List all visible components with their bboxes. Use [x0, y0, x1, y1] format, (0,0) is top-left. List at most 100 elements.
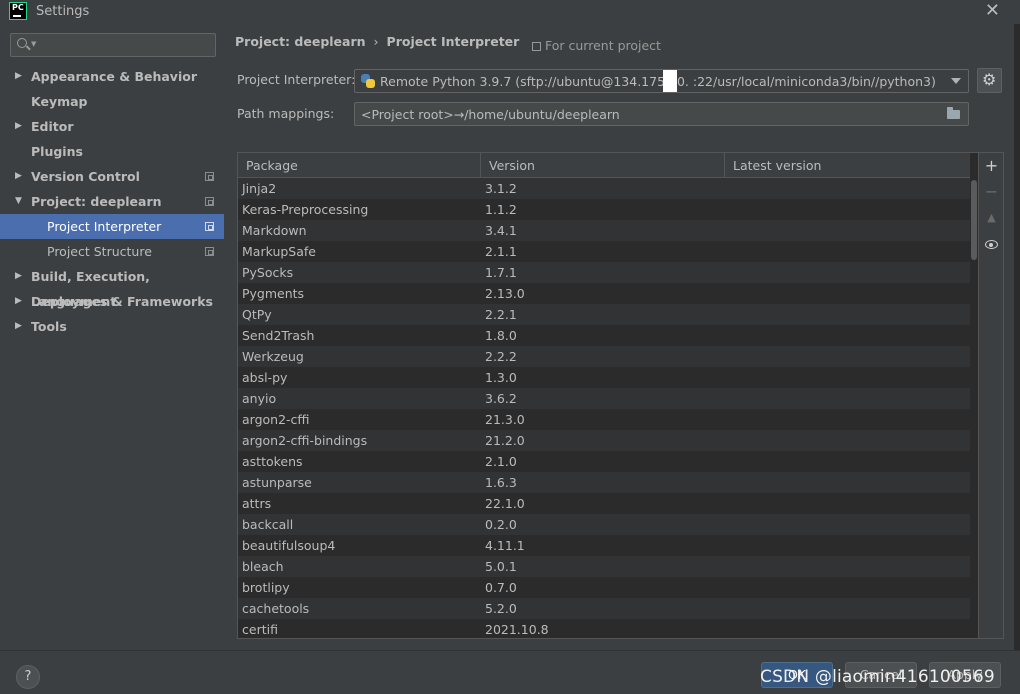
table-row[interactable]: certifi 2021.10.8 — [238, 619, 970, 638]
sidebar-item-keymap[interactable]: Keymap — [0, 89, 224, 114]
column-header-package[interactable]: Package — [238, 153, 481, 178]
chevron-right-icon[interactable]: ▶ — [15, 164, 22, 189]
chevron-right-icon[interactable]: ▶ — [15, 289, 22, 314]
sidebar-item-label: Plugins — [31, 144, 83, 159]
package-name-cell: asttokens — [242, 454, 303, 469]
package-name-cell: certifi — [242, 622, 278, 637]
path-mappings-field[interactable]: <Project root>→/home/ubuntu/deeplearn — [354, 102, 969, 126]
packages-toolbar: + − ▲ — [978, 153, 1003, 638]
table-row[interactable]: QtPy 2.2.1 — [238, 304, 970, 325]
sidebar-item-label: Project: deeplearn — [31, 194, 162, 209]
sidebar-item-tools[interactable]: ▶ Tools — [0, 314, 224, 339]
column-header-latest-version[interactable]: Latest version — [725, 153, 970, 178]
chevron-right-icon[interactable]: ▶ — [15, 314, 22, 339]
package-name-cell: argon2-cffi-bindings — [242, 433, 368, 448]
sidebar-item-appearance-behavior[interactable]: ▶ Appearance & Behavior — [0, 64, 224, 89]
scope-label: For current project — [545, 38, 661, 53]
sidebar-item-editor[interactable]: ▶ Editor — [0, 114, 224, 139]
sidebar-item-label: Editor — [31, 119, 74, 134]
sidebar-item-plugins[interactable]: Plugins — [0, 139, 224, 164]
table-row[interactable]: Jinja2 3.1.2 — [238, 178, 970, 199]
settings-main-panel: Project: deeplearn › Project Interpreter F… — [224, 24, 1014, 650]
version-cell: 3.4.1 — [485, 223, 517, 238]
table-row[interactable]: cachetools 5.2.0 — [238, 598, 970, 619]
sidebar-item-label: Version Control — [31, 169, 140, 184]
python-icon — [361, 74, 375, 88]
table-row[interactable]: argon2-cffi 21.3.0 — [238, 409, 970, 430]
project-scope-icon — [205, 172, 214, 181]
table-row[interactable]: Send2Trash 1.8.0 — [238, 325, 970, 346]
table-row[interactable]: attrs 22.1.0 — [238, 493, 970, 514]
table-row[interactable]: asttokens 2.1.0 — [238, 451, 970, 472]
table-row[interactable]: argon2-cffi-bindings 21.2.0 — [238, 430, 970, 451]
eye-icon — [985, 240, 998, 249]
interpreter-label: Project Interpreter: — [237, 72, 356, 87]
table-row[interactable]: anyio 3.6.2 — [238, 388, 970, 409]
version-cell: 1.7.1 — [485, 265, 517, 280]
package-name-cell: PySocks — [242, 265, 294, 280]
version-cell: 5.2.0 — [485, 601, 517, 616]
package-name-cell: Pygments — [242, 286, 305, 301]
package-name-cell: bleach — [242, 559, 284, 574]
remove-package-button[interactable]: − — [979, 179, 1004, 204]
column-header-version[interactable]: Version — [481, 153, 725, 178]
package-name-cell: cachetools — [242, 601, 310, 616]
table-row[interactable]: Pygments 2.13.0 — [238, 283, 970, 304]
sidebar-item-label: Project Structure — [47, 244, 152, 259]
table-row[interactable]: Keras-Preprocessing 1.1.2 — [238, 199, 970, 220]
version-cell: 21.3.0 — [485, 412, 525, 427]
table-row[interactable]: PySocks 1.7.1 — [238, 262, 970, 283]
table-row[interactable]: beautifulsoup4 4.11.1 — [238, 535, 970, 556]
chevron-down-icon[interactable]: ▼ — [15, 189, 22, 214]
package-name-cell: argon2-cffi — [242, 412, 310, 427]
table-row[interactable]: astunparse 1.6.3 — [238, 472, 970, 493]
package-name-cell: anyio — [242, 391, 277, 406]
sidebar-item-languages-frameworks[interactable]: ▶ Languages & Frameworks — [0, 289, 224, 314]
chevron-right-icon[interactable]: ▶ — [15, 64, 22, 89]
dialog-footer: ? OK Cancel Apply CSDN @liaomin416100569 — [0, 650, 1020, 694]
version-cell: 3.6.2 — [485, 391, 517, 406]
package-name-cell: Markdown — [242, 223, 307, 238]
add-package-button[interactable]: + — [979, 153, 1004, 178]
breadcrumb-separator: › — [373, 34, 379, 49]
sidebar-item-project-interpreter[interactable]: Project Interpreter — [0, 214, 224, 239]
version-cell: 0.2.0 — [485, 517, 517, 532]
interpreter-select[interactable]: Remote Python 3.9.7 (sftp://ubuntu@134.1… — [354, 69, 969, 93]
table-row[interactable]: Werkzeug 2.2.2 — [238, 346, 970, 367]
sidebar-item-project-deeplearn[interactable]: ▼ Project: deeplearn — [0, 189, 224, 214]
package-name-cell: absl-py — [242, 370, 288, 385]
help-button[interactable]: ? — [16, 665, 40, 689]
chevron-right-icon[interactable]: ▶ — [15, 264, 22, 289]
scrollbar-thumb[interactable] — [971, 180, 977, 260]
sidebar-item-project-structure[interactable]: Project Structure — [0, 239, 224, 264]
project-scope-icon — [205, 197, 214, 206]
scope-indicator: For current project — [532, 38, 661, 53]
table-row[interactable]: backcall 0.2.0 — [238, 514, 970, 535]
folder-icon[interactable] — [947, 107, 960, 119]
path-mappings-label: Path mappings: — [237, 106, 335, 121]
sidebar-item-label: Appearance & Behavior — [31, 69, 197, 84]
sidebar-item-label: Project Interpreter — [47, 219, 162, 234]
settings-search-input[interactable]: ▼ — [10, 33, 216, 57]
upgrade-package-button[interactable]: ▲ — [979, 205, 1004, 230]
chevron-down-icon — [951, 78, 961, 84]
table-row[interactable]: bleach 5.0.1 — [238, 556, 970, 577]
show-latest-versions-button[interactable] — [979, 231, 1004, 256]
packages-table: Package Version Latest version Jinja2 3.1… — [237, 152, 1004, 639]
close-icon[interactable]: ✕ — [985, 2, 1000, 20]
version-cell: 1.3.0 — [485, 370, 517, 385]
interpreter-settings-button[interactable]: ⚙ — [977, 68, 1002, 93]
sidebar-item-version-control[interactable]: ▶ Version Control — [0, 164, 224, 189]
table-row[interactable]: brotlipy 0.7.0 — [238, 577, 970, 598]
table-row[interactable]: Markdown 3.4.1 — [238, 220, 970, 241]
version-cell: 1.8.0 — [485, 328, 517, 343]
table-row[interactable]: MarkupSafe 2.1.1 — [238, 241, 970, 262]
table-row[interactable]: absl-py 1.3.0 — [238, 367, 970, 388]
sidebar-item-build-execution-deployment[interactable]: ▶ Build, Execution, Deployment — [0, 264, 224, 309]
settings-nav-tree: ▶ Appearance & Behavior Keymap ▶ Editor Plugi… — [0, 64, 224, 339]
gear-icon: ⚙ — [982, 70, 997, 89]
copy-icon — [532, 42, 541, 51]
version-cell: 22.1.0 — [485, 496, 525, 511]
chevron-right-icon[interactable]: ▶ — [15, 114, 22, 139]
vertical-scrollbar[interactable] — [970, 178, 978, 638]
